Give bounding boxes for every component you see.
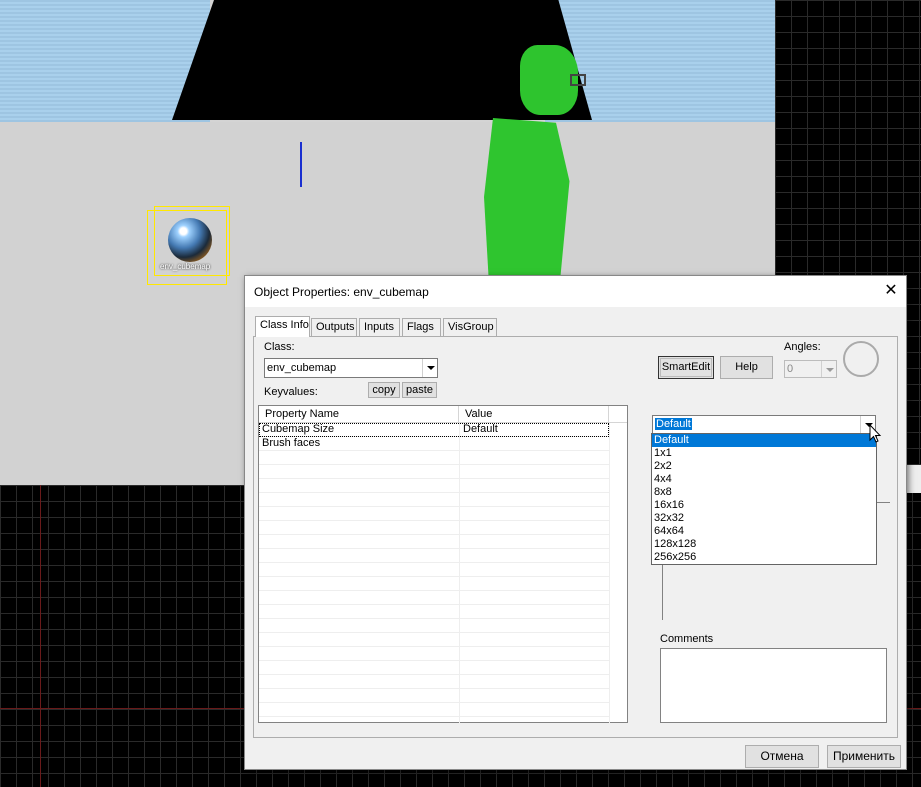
dialog-title: Object Properties: env_cubemap xyxy=(254,285,429,299)
table-row xyxy=(259,689,609,703)
class-combo[interactable]: env_cubemap xyxy=(264,358,438,378)
close-icon[interactable]: ✕ xyxy=(876,276,906,306)
tab-class-info[interactable]: Class Info xyxy=(255,316,310,337)
list-item[interactable]: 32x32 xyxy=(652,512,876,525)
list-item[interactable]: 16x16 xyxy=(652,499,876,512)
cancel-button[interactable]: Отмена xyxy=(745,745,819,768)
angle-dial[interactable] xyxy=(843,341,879,377)
paste-button[interactable]: paste xyxy=(402,382,437,398)
value-dropdown-list[interactable]: Default 1x1 2x2 4x4 8x8 16x16 32x32 64x6… xyxy=(651,433,877,565)
property-name: Cubemap Size xyxy=(262,423,335,435)
angles-combo[interactable]: 0 xyxy=(784,360,837,378)
list-item[interactable]: 128x128 xyxy=(652,538,876,551)
copy-button[interactable]: copy xyxy=(368,382,400,398)
keyvalues-label: Keyvalues: xyxy=(264,386,318,398)
chevron-down-icon[interactable] xyxy=(422,359,437,377)
table-row xyxy=(259,493,609,507)
property-name: Brush faces xyxy=(262,437,321,449)
tab-flags[interactable]: Flags xyxy=(402,318,441,336)
table-row xyxy=(259,577,609,591)
dialog-titlebar[interactable]: Object Properties: env_cubemap ✕ xyxy=(245,276,906,307)
table-row xyxy=(259,451,609,465)
table-row xyxy=(259,563,609,577)
table-row xyxy=(259,507,609,521)
grid-header: Property Name Value xyxy=(259,406,627,423)
grid-rows: Cubemap Size Default Brush faces xyxy=(259,423,609,717)
table-row xyxy=(259,479,609,493)
angles-label: Angles: xyxy=(784,341,821,353)
table-row xyxy=(259,675,609,689)
column-header-value[interactable]: Value xyxy=(459,406,609,422)
value-combo[interactable]: Default xyxy=(652,415,876,434)
table-row xyxy=(259,661,609,675)
chevron-down-icon[interactable] xyxy=(821,361,836,377)
list-item[interactable]: 4x4 xyxy=(652,473,876,486)
class-label: Class: xyxy=(264,341,295,353)
table-row xyxy=(259,619,609,633)
apply-button[interactable]: Применить xyxy=(827,745,901,768)
entity-label: env_cubemap xyxy=(160,262,211,271)
list-item[interactable]: 256x256 xyxy=(652,551,876,564)
table-row xyxy=(259,521,609,535)
table-row xyxy=(259,549,609,563)
side-panel-sliver xyxy=(905,465,921,493)
keyvalues-grid[interactable]: Property Name Value Cubemap Size Default… xyxy=(258,405,628,723)
table-row[interactable]: Brush faces xyxy=(259,437,609,451)
table-row xyxy=(259,465,609,479)
table-row xyxy=(259,605,609,619)
list-item[interactable]: 64x64 xyxy=(652,525,876,538)
table-row[interactable]: Cubemap Size Default xyxy=(259,423,609,437)
tab-inputs[interactable]: Inputs xyxy=(359,318,400,336)
tab-visgroup[interactable]: VisGroup xyxy=(443,318,497,336)
comments-field[interactable] xyxy=(660,648,887,723)
comments-label: Comments xyxy=(660,633,714,645)
list-item[interactable]: 1x1 xyxy=(652,447,876,460)
grid-divider xyxy=(609,423,610,723)
help-button[interactable]: Help xyxy=(720,356,773,379)
table-row xyxy=(259,591,609,605)
column-header-property[interactable]: Property Name xyxy=(259,406,459,422)
cubemap-sphere-icon[interactable] xyxy=(168,218,212,262)
table-row xyxy=(259,633,609,647)
axis-line-vertical xyxy=(40,485,41,787)
list-item[interactable]: Default xyxy=(652,434,876,447)
angles-value: 0 xyxy=(787,363,794,375)
list-item[interactable]: 2x2 xyxy=(652,460,876,473)
class-value: env_cubemap xyxy=(267,362,337,374)
value-selected: Default xyxy=(654,417,693,431)
smartedit-button[interactable]: SmartEdit xyxy=(658,356,714,379)
blue-helper-line xyxy=(300,142,302,187)
model-glasses xyxy=(570,74,586,86)
property-value: Default xyxy=(463,423,498,435)
table-row xyxy=(259,647,609,661)
tab-outputs[interactable]: Outputs xyxy=(311,318,357,336)
table-row xyxy=(259,703,609,717)
list-item[interactable]: 8x8 xyxy=(652,486,876,499)
table-row xyxy=(259,535,609,549)
